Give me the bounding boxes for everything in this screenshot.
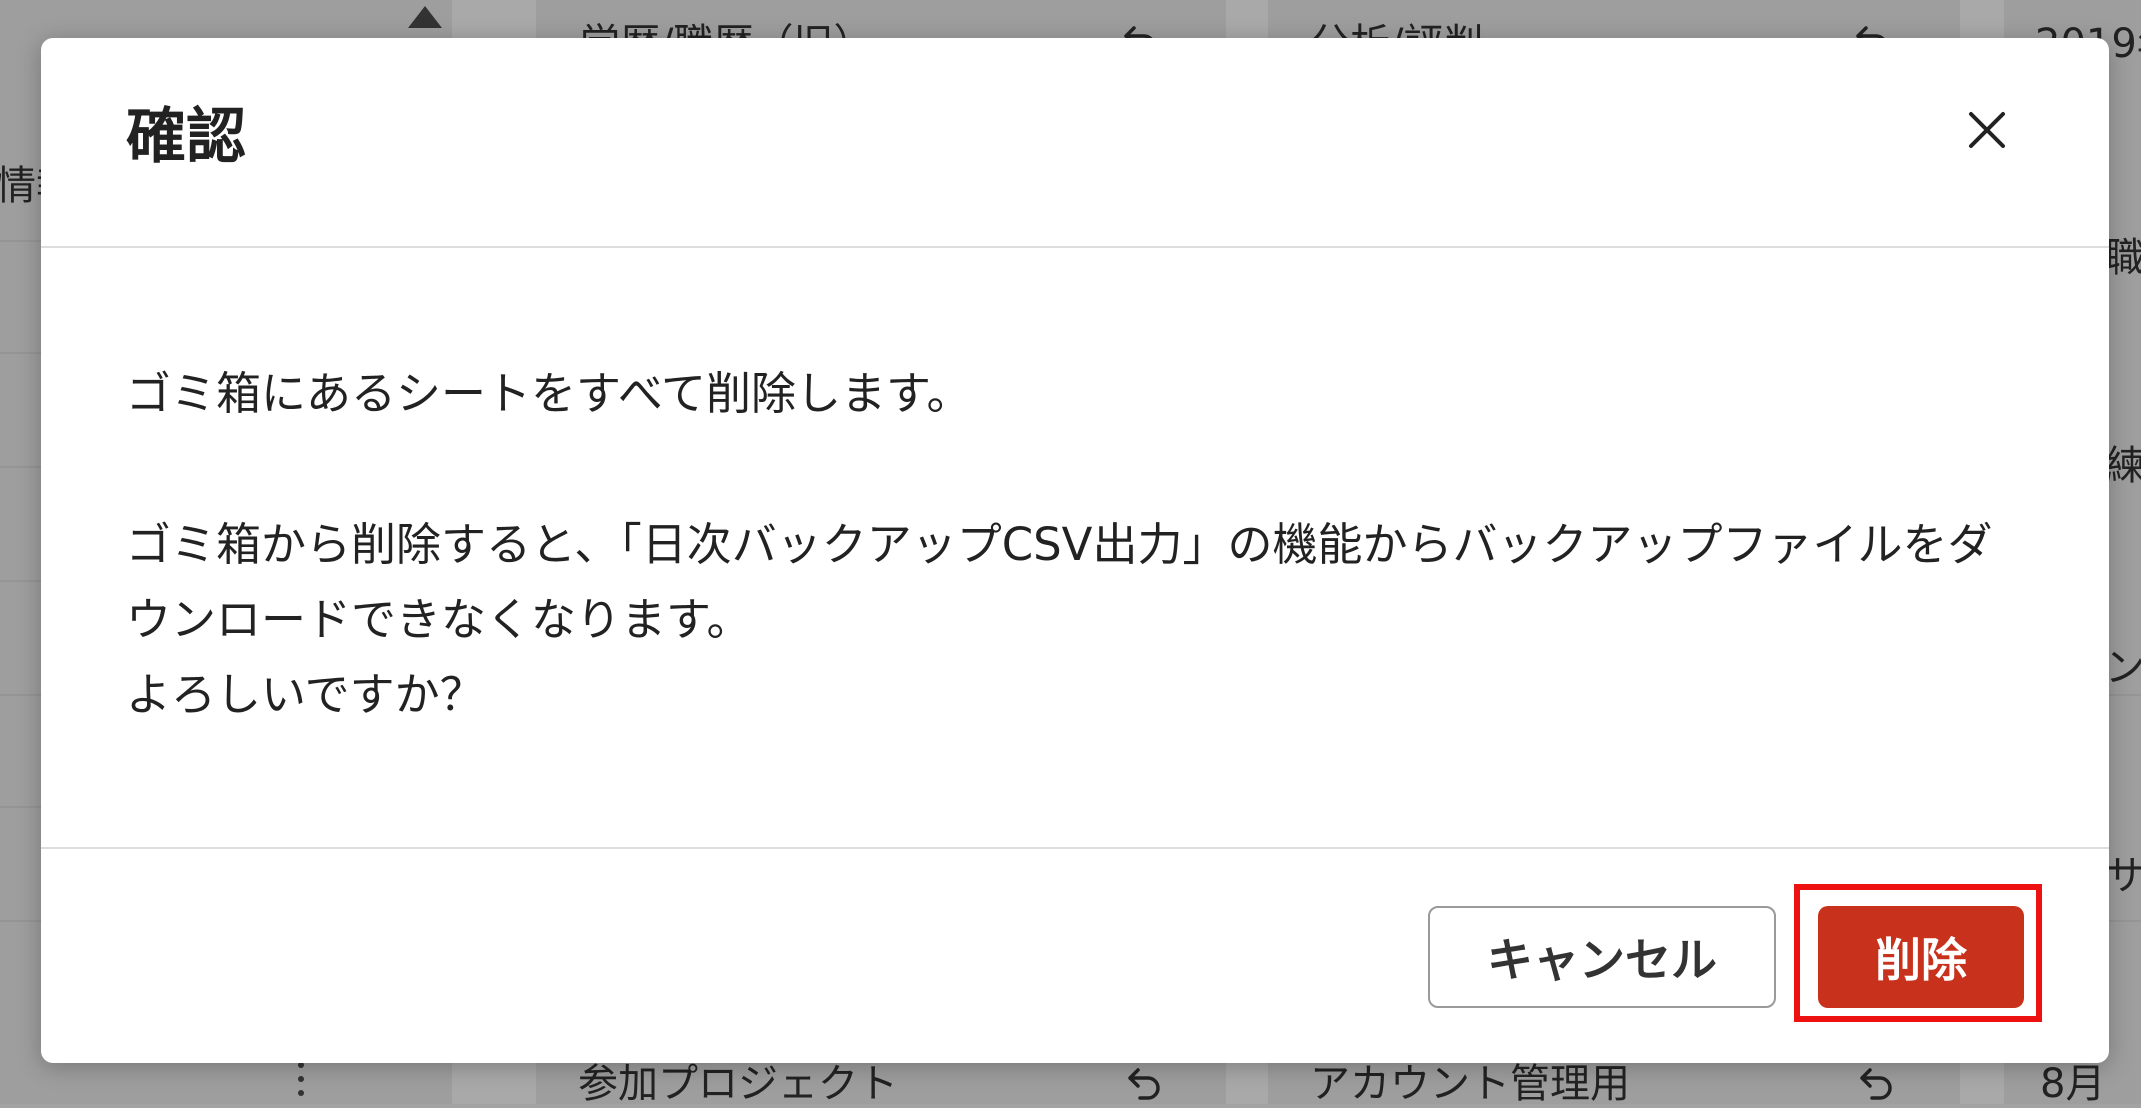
background-label: サ <box>2105 853 2141 899</box>
close-button[interactable] <box>1955 98 2019 162</box>
close-icon <box>1955 98 2019 162</box>
background-label: ンジ <box>2105 645 2141 691</box>
dialog-title: 確認 <box>126 102 246 172</box>
background-label: 練シ <box>2105 443 2141 489</box>
dialog-footer: キャンセル 削除 <box>41 847 2109 1063</box>
cancel-button[interactable]: キャンセル <box>1428 906 1776 1008</box>
message-paragraph: ゴミ箱にあるシートをすべて削除します。 <box>126 367 972 420</box>
delete-button[interactable]: 削除 <box>1818 906 2024 1008</box>
dialog-header: 確認 <box>41 38 2109 248</box>
confirm-dialog: 確認 ゴミ箱にあるシートをすべて削除します。 ゴミ箱から削除すると、「日次バック… <box>41 38 2109 1063</box>
background-label: アカウント管理用 <box>1310 1061 1630 1107</box>
background-label: 8月 <box>2040 1061 2106 1107</box>
background-label: 参加プロジェクト <box>578 1061 898 1107</box>
scroll-up-icon[interactable] <box>408 6 442 28</box>
undo-icon[interactable] <box>1124 1064 1164 1104</box>
more-options-icon[interactable] <box>296 1062 306 1104</box>
message-question: よろしいですか？ <box>126 668 485 721</box>
background-label: 職歴 <box>2105 235 2141 281</box>
undo-icon[interactable] <box>1856 1064 1896 1104</box>
dialog-message: ゴミ箱にあるシートをすべて削除します。 ゴミ箱から削除すると、「日次バックアップ… <box>126 356 2024 732</box>
message-paragraph: ゴミ箱から削除すると、「日次バックアップCSV出力」の機能からバックアップファイ… <box>126 518 1993 646</box>
